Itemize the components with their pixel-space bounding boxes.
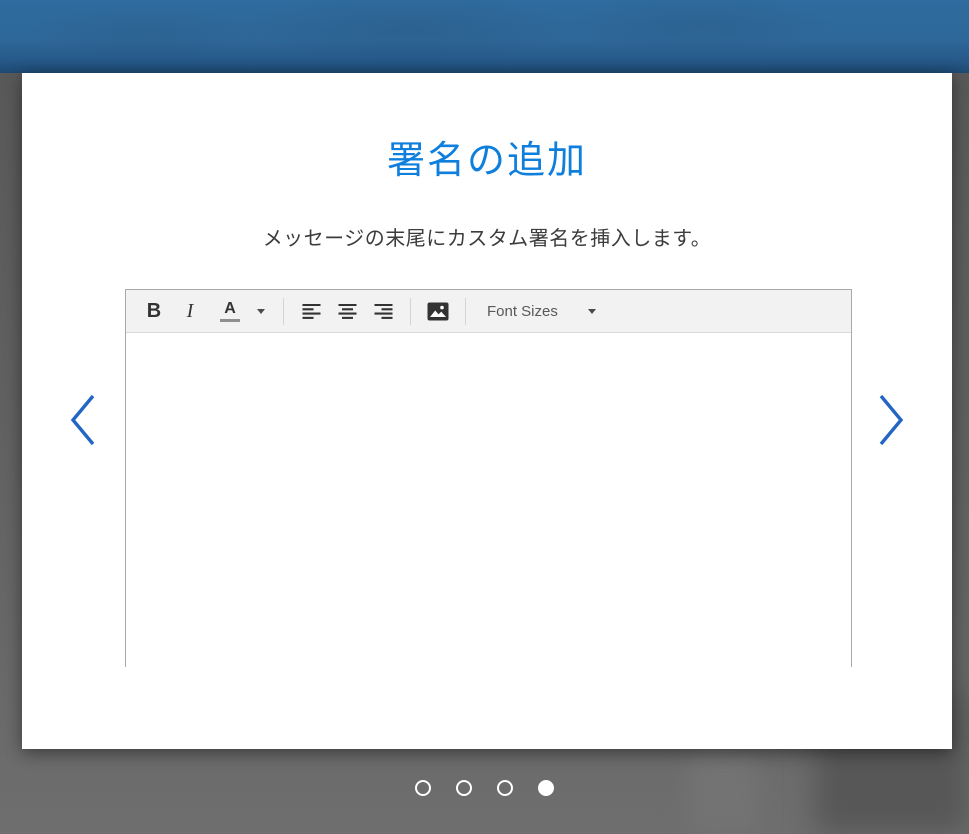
bold-button[interactable]: B (138, 294, 170, 328)
signature-editor: B I A Font Sizes (125, 289, 852, 668)
carousel-dot[interactable] (415, 780, 431, 796)
chevron-left-icon (70, 394, 95, 446)
align-center-button[interactable] (331, 294, 363, 328)
app-header-bar (0, 0, 969, 73)
toolbar-separator (283, 297, 284, 325)
font-sizes-label: Font Sizes (487, 302, 558, 320)
align-left-icon (302, 303, 320, 319)
insert-image-button[interactable] (422, 294, 454, 328)
text-color-icon: A (220, 300, 240, 322)
text-color-button[interactable]: A (214, 294, 246, 328)
dialog-subtitle: メッセージの末尾にカスタム署名を挿入します。 (262, 228, 712, 250)
signature-setup-dialog: 署名の追加 メッセージの末尾にカスタム署名を挿入します。 B I A Font … (22, 73, 952, 749)
editor-toolbar: B I A Font Sizes (126, 290, 851, 333)
align-left-button[interactable] (295, 294, 327, 328)
align-right-icon (374, 303, 392, 319)
carousel-dot[interactable] (497, 780, 513, 796)
chevron-down-icon (587, 308, 596, 314)
toolbar-separator (465, 297, 466, 325)
text-color-dropdown-button[interactable] (250, 294, 272, 328)
carousel-dots (0, 780, 969, 796)
toolbar-separator (410, 297, 411, 325)
align-center-icon (338, 303, 356, 319)
chevron-right-icon (879, 394, 904, 446)
next-slide-button[interactable] (875, 393, 907, 447)
italic-button[interactable]: I (174, 294, 210, 328)
carousel-dot[interactable] (456, 780, 472, 796)
align-right-button[interactable] (367, 294, 399, 328)
carousel-dot-active[interactable] (538, 780, 554, 796)
font-sizes-dropdown[interactable]: Font Sizes (483, 294, 600, 328)
dialog-title: 署名の追加 (386, 140, 587, 182)
image-icon (427, 302, 449, 320)
signature-editor-content[interactable] (126, 333, 851, 668)
chevron-down-icon (257, 308, 265, 314)
prev-slide-button[interactable] (67, 393, 99, 447)
